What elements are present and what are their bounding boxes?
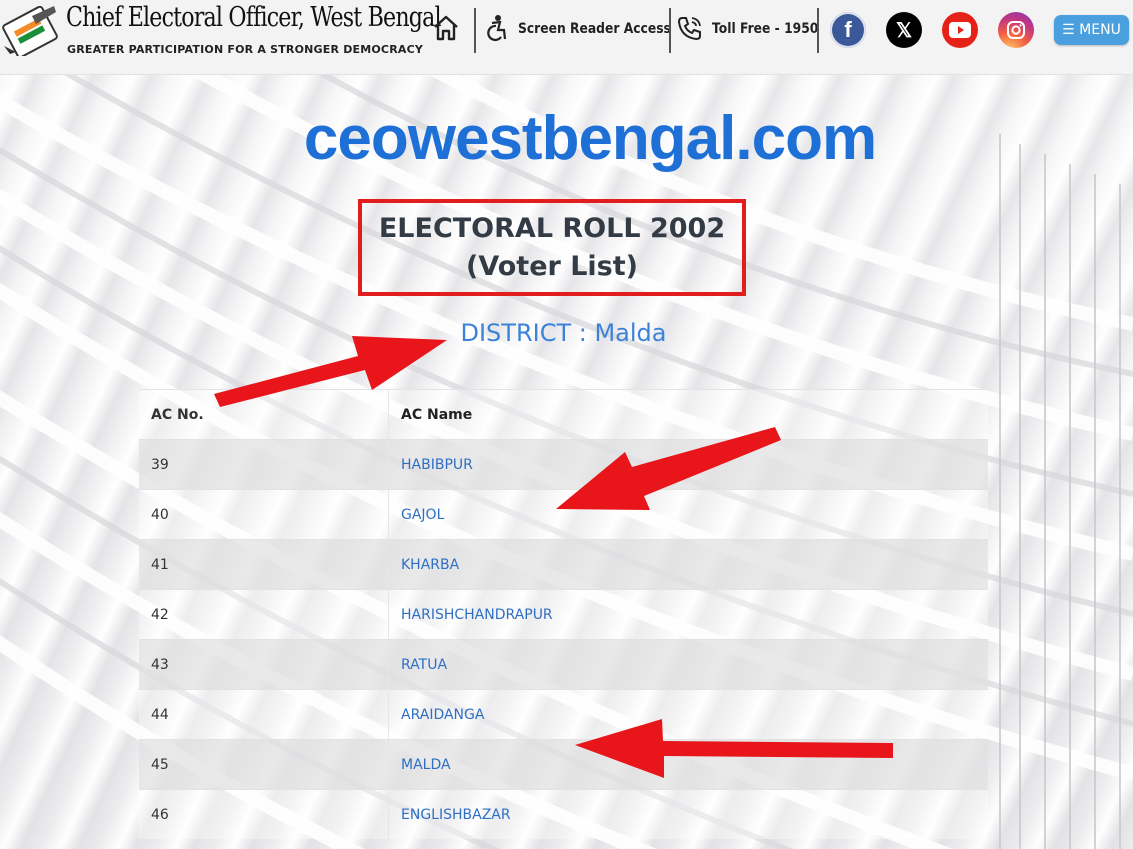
home-icon[interactable] [432,14,460,46]
site-name-heading: ceowestbengal.com [303,104,877,173]
site-header: Chief Electoral Officer, West Bengal GRE… [0,0,1133,75]
table-row: 40 GAJOL [139,489,988,540]
table-row: 45 MALDA [139,739,988,790]
phone-icon [676,14,704,46]
youtube-icon[interactable] [942,12,978,48]
ac-no-cell: 43 [139,639,389,690]
ac-name-link[interactable]: HABIBPUR [401,457,473,473]
site-title[interactable]: Chief Electoral Officer, West Bengal [66,2,442,33]
ac-name-link[interactable]: ARAIDANGA [401,707,484,723]
screen-reader-link[interactable]: Screen Reader Access [518,21,671,37]
roll-subtitle: (Voter List) [465,250,639,282]
table-row: 41 KHARBA [139,539,988,590]
ac-no-cell: 42 [139,589,389,640]
accessibility-icon[interactable] [482,14,510,46]
toll-free-link[interactable]: Toll Free - 1950 [712,21,818,37]
table-row: 44 ARAIDANGA [139,689,988,740]
col-header-ac-no: AC No. [139,389,389,440]
district-label: DISTRICT : Malda [460,319,667,347]
ac-name-link[interactable]: GAJOL [401,507,444,523]
table-row: 43 RATUA [139,639,988,690]
ac-name-link[interactable]: HARISHCHANDRAPUR [401,607,553,623]
table-row: 42 HARISHCHANDRAPUR [139,589,988,640]
site-tagline: GREATER PARTICIPATION FOR A STRONGER DEM… [67,43,424,56]
menu-button[interactable]: ☰ MENU [1054,15,1129,45]
ac-no-cell: 39 [139,439,389,490]
ac-no-cell: 46 [139,789,389,839]
ac-name-link[interactable]: RATUA [401,657,447,673]
nav-separator [474,8,476,53]
table-row: 39 HABIBPUR [139,439,988,490]
ac-no-cell: 41 [139,539,389,590]
ac-table: AC No. AC Name 39 HABIBPUR 40 GAJOL 41 K… [139,389,988,839]
table-row: 46 ENGLISHBAZAR [139,789,988,839]
roll-title: ELECTORAL ROLL 2002 [378,212,726,244]
ac-no-cell: 45 [139,739,389,790]
ac-name-link[interactable]: KHARBA [401,557,459,573]
ac-no-cell: 44 [139,689,389,740]
eci-logo[interactable] [2,5,60,59]
electoral-roll-title-box: ELECTORAL ROLL 2002 (Voter List) [358,199,746,296]
x-icon[interactable]: 𝕏 [886,12,922,48]
ac-name-link[interactable]: ENGLISHBAZAR [401,807,511,823]
nav-separator [669,8,671,53]
instagram-icon[interactable] [998,12,1034,48]
col-header-ac-name: AC Name [388,389,988,440]
ac-name-link[interactable]: MALDA [401,757,451,773]
nav-separator [817,8,819,53]
table-header-row: AC No. AC Name [139,389,988,440]
facebook-icon[interactable]: f [830,12,866,48]
ac-no-cell: 40 [139,489,389,540]
